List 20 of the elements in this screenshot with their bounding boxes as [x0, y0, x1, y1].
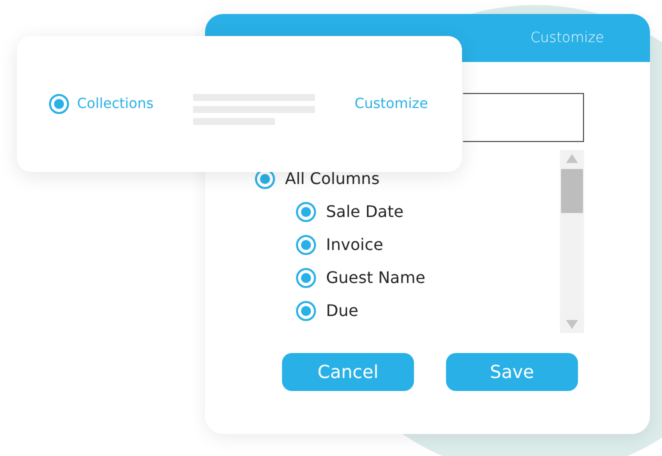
radio-button[interactable]: [296, 234, 316, 254]
dialog-button[interactable]: Cancel: [282, 353, 414, 391]
scrollbar-thumb[interactable]: [561, 169, 583, 213]
radio-button[interactable]: [296, 268, 316, 288]
column-label: Invoice: [326, 234, 384, 256]
option-label: Collections: [77, 94, 154, 114]
scroll-down-icon[interactable]: [566, 320, 578, 329]
scroll-up-icon[interactable]: [566, 154, 578, 163]
radio-button[interactable]: [296, 202, 316, 222]
dialog-button[interactable]: Save: [446, 353, 578, 391]
column-label: All Columns: [285, 168, 380, 190]
column-label: Due: [326, 300, 358, 322]
input-field[interactable]: [463, 93, 584, 142]
scrollbar[interactable]: [560, 150, 584, 333]
column-label: Sale Date: [326, 200, 404, 222]
dialog-title: Customize: [530, 28, 604, 48]
column-label: Guest Name: [326, 266, 426, 288]
radio-button[interactable]: [296, 300, 316, 320]
radio-button[interactable]: [49, 94, 69, 114]
customize-link[interactable]: Customize: [354, 94, 428, 114]
